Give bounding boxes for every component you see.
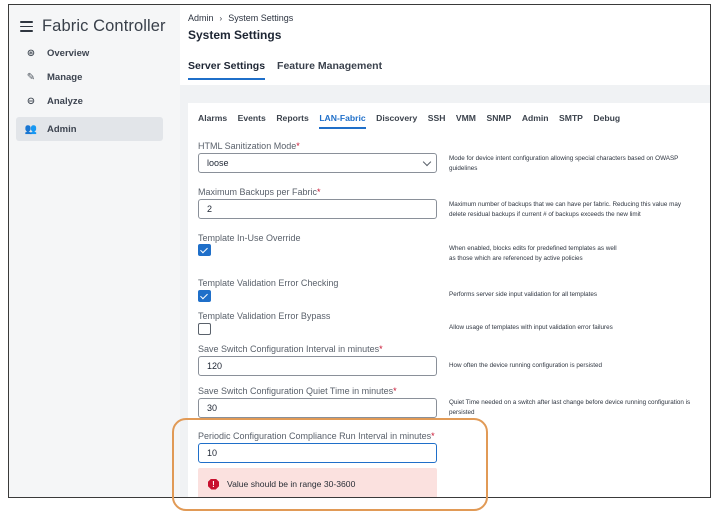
- sidebar-item-label: Analyze: [47, 95, 83, 107]
- template-in-use-override-help: When enabled, blocks edits for predefine…: [449, 244, 699, 264]
- required-marker: *: [431, 431, 435, 441]
- compliance-interval-input[interactable]: 10: [198, 443, 437, 463]
- field-label-text: Periodic Configuration Compliance Run In…: [198, 431, 432, 441]
- overview-icon: ⊛: [26, 47, 36, 59]
- breadcrumb: Admin › System Settings: [188, 13, 293, 23]
- save-switch-interval-help: How often the device running configurati…: [449, 362, 602, 369]
- page-title: System Settings: [188, 28, 282, 42]
- error-octagon-icon: !: [208, 479, 219, 490]
- help-line: as those which are referenced by active …: [449, 255, 583, 262]
- error-text: Value should be in range 30-3600: [227, 479, 356, 489]
- sidebar-item-label: Admin: [47, 123, 77, 135]
- brand: Fabric Controller: [20, 17, 166, 36]
- tab-server-settings[interactable]: Server Settings: [188, 60, 266, 80]
- tab-lan-fabric[interactable]: LAN-Fabric: [319, 113, 366, 129]
- top-tabs: Server Settings Feature Management: [188, 60, 394, 80]
- tab-debug[interactable]: Debug: [593, 113, 620, 129]
- compliance-interval-label: Periodic Configuration Compliance Run In…: [198, 431, 435, 441]
- analyze-icon: ⊖: [26, 95, 36, 107]
- tab-reports[interactable]: Reports: [276, 113, 308, 129]
- sidebar-item-admin[interactable]: 👥 Admin: [16, 117, 163, 141]
- input-value: 120: [207, 361, 223, 371]
- tab-discovery[interactable]: Discovery: [376, 113, 417, 129]
- tab-events[interactable]: Events: [238, 113, 266, 129]
- template-in-use-override-label: Template In-Use Override: [198, 233, 301, 243]
- required-marker: *: [379, 344, 383, 354]
- app-title: Fabric Controller: [42, 17, 166, 35]
- field-label-text: Save Switch Configuration Interval in mi…: [198, 344, 380, 354]
- sidebar-nav: ⊛ Overview ✎ Manage ⊖ Analyze 👥 Admin: [16, 41, 163, 141]
- template-validation-bypass-help: Allow usage of templates with input vali…: [449, 324, 613, 331]
- template-validation-checking-checkbox[interactable]: [198, 290, 211, 302]
- max-backups-input[interactable]: 2: [198, 199, 437, 219]
- sidebar-item-label: Overview: [47, 47, 90, 59]
- template-validation-bypass-checkbox[interactable]: [198, 323, 211, 335]
- save-switch-quiet-time-label: Save Switch Configuration Quiet Time in …: [198, 386, 397, 396]
- max-backups-label: Maximum Backups per Fabric*: [198, 187, 321, 197]
- input-value: 30: [207, 403, 218, 413]
- admin-users-icon: 👥: [24, 123, 38, 135]
- tab-alarms[interactable]: Alarms: [198, 113, 227, 129]
- sidebar-item-label: Manage: [47, 71, 83, 83]
- select-value: loose: [207, 158, 229, 168]
- field-label-text: Maximum Backups per Fabric: [198, 187, 318, 197]
- sidebar-item-analyze[interactable]: ⊖ Analyze: [16, 89, 163, 113]
- breadcrumb-current: System Settings: [228, 13, 294, 23]
- template-validation-checking-label: Template Validation Error Checking: [198, 278, 339, 288]
- required-marker: *: [393, 386, 397, 396]
- template-in-use-override-checkbox[interactable]: [198, 244, 211, 256]
- html-sanitization-select[interactable]: loose: [198, 153, 437, 173]
- tab-feature-management[interactable]: Feature Management: [277, 60, 382, 80]
- field-label-text: HTML Sanitization Mode: [198, 141, 297, 151]
- app-window: Fabric Controller ⊛ Overview ✎ Manage ⊖ …: [8, 4, 711, 498]
- settings-card: Alarms Events Reports LAN-Fabric Discove…: [188, 103, 710, 497]
- sub-tabs: Alarms Events Reports LAN-Fabric Discove…: [198, 113, 631, 129]
- validation-error-message: ! Value should be in range 30-3600: [198, 468, 437, 497]
- hamburger-menu-icon[interactable]: [20, 21, 33, 32]
- template-validation-checking-help: Performs server side input validation fo…: [449, 291, 598, 298]
- required-marker: *: [296, 141, 300, 151]
- input-value: 10: [207, 448, 218, 458]
- breadcrumb-separator: ›: [219, 13, 223, 23]
- save-switch-interval-label: Save Switch Configuration Interval in mi…: [198, 344, 383, 354]
- html-sanitization-help: Mode for device intent configuration all…: [449, 155, 679, 172]
- help-line: When enabled, blocks edits for predefine…: [449, 245, 617, 252]
- tab-admin[interactable]: Admin: [522, 113, 549, 129]
- sidebar: Fabric Controller ⊛ Overview ✎ Manage ⊖ …: [9, 5, 180, 497]
- tab-vmm[interactable]: VMM: [456, 113, 476, 129]
- input-value: 2: [207, 204, 213, 214]
- max-backups-help: Maximum number of backups that we can ha…: [449, 201, 682, 218]
- tab-ssh[interactable]: SSH: [428, 113, 446, 129]
- sidebar-item-overview[interactable]: ⊛ Overview: [16, 41, 163, 65]
- tab-snmp[interactable]: SNMP: [486, 113, 511, 129]
- required-marker: *: [317, 187, 321, 197]
- wrench-icon: ✎: [26, 71, 36, 83]
- template-validation-bypass-label: Template Validation Error Bypass: [198, 311, 331, 321]
- breadcrumb-admin-link[interactable]: Admin: [188, 13, 214, 23]
- save-switch-interval-input[interactable]: 120: [198, 356, 437, 376]
- html-sanitization-label: HTML Sanitization Mode*: [198, 141, 300, 151]
- sidebar-item-manage[interactable]: ✎ Manage: [16, 65, 163, 89]
- chevron-down-icon: [422, 157, 432, 167]
- tab-smtp[interactable]: SMTP: [559, 113, 583, 129]
- save-switch-quiet-time-input[interactable]: 30: [198, 398, 437, 418]
- field-label-text: Save Switch Configuration Quiet Time in …: [198, 386, 394, 396]
- save-switch-quiet-time-help: Quiet Time needed on a switch after last…: [449, 399, 691, 416]
